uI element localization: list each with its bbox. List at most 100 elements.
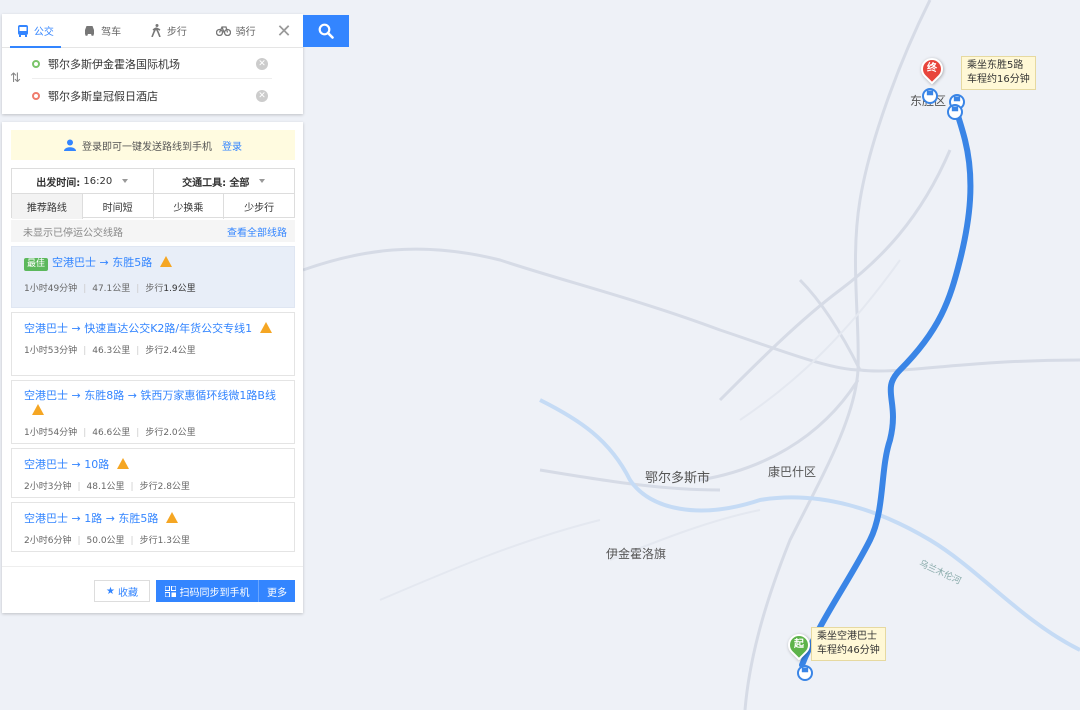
end-callout-line2: 车程约16分钟 — [967, 74, 1030, 85]
tab-shortest-time[interactable]: 时间短 — [83, 194, 154, 219]
chevron-down-icon — [122, 179, 129, 183]
route-meta: 2小时3分钟 | 48.1公里 | 步行2.8公里 — [24, 482, 190, 492]
tab-drive-label: 驾车 — [101, 27, 122, 38]
tab-drive[interactable]: 驾车 — [69, 14, 136, 47]
travel-mode-tabs: 公交 驾车 步行 骑行 — [2, 14, 303, 48]
login-tip-text: 登录即可一键发送路线到手机 — [82, 141, 212, 153]
clear-origin-icon[interactable]: ✕ — [256, 58, 268, 70]
origin-dot-icon — [32, 59, 40, 68]
swap-icon[interactable]: ⇅ — [10, 71, 21, 86]
route-distance: 46.3公里 — [92, 346, 131, 356]
route-options: 出发时间: 16:20 交通工具: 全部 推荐路线 时间短 少换乘 少步行 — [11, 168, 295, 219]
depart-time-select[interactable]: 出发时间: 16:20 — [12, 169, 154, 193]
warning-icon — [32, 404, 44, 415]
route-title: 最佳 空港巴士 → 东胜5路 — [24, 255, 282, 271]
chevron-down-icon — [259, 179, 266, 183]
route-duration: 1小时53分钟 — [24, 346, 78, 356]
route-walk-label: 步行 — [139, 536, 158, 546]
route-walk-label: 步行 — [145, 346, 164, 356]
route-walk-label: 步行 — [139, 482, 158, 492]
end-pin-label: 终 — [927, 63, 937, 74]
route-search-box: 公交 驾车 步行 骑行 ✕ ⇅ 鄂尔多斯伊金霍洛国际机场 ✕ 鄂尔多斯皇冠假日酒… — [2, 14, 303, 114]
favorite-label: 收藏 — [117, 587, 138, 599]
sync-to-phone-button[interactable]: 扫码同步到手机 更多 — [156, 580, 295, 602]
qr-code-icon — [164, 585, 176, 597]
route-duration: 2小时6分钟 — [24, 536, 72, 546]
depart-time-value: 16:20 — [83, 175, 113, 187]
map-label-district: 康巴什区 — [768, 465, 817, 479]
bus-stop-icon[interactable]: ▀ — [947, 104, 963, 120]
route-meta: 1小时49分钟 | 47.1公里 | 步行1.9公里 — [24, 284, 196, 294]
route-walk: 2.8公里 — [157, 482, 190, 492]
route-title-text: 空港巴士 → 东胜5路 — [52, 256, 153, 269]
route-title: 空港巴士 → 东胜8路 → 铁西万家惠循环线微1路B线 — [24, 389, 282, 418]
destination-value: 鄂尔多斯皇冠假日酒店 — [48, 90, 158, 103]
end-callout-line1: 乘坐东胜5路 — [967, 60, 1024, 71]
more-button[interactable]: 更多 — [259, 584, 295, 599]
route-walk: 1.3公里 — [157, 536, 190, 546]
route-meta: 1小时54分钟 | 46.6公里 | 步行2.0公里 — [24, 428, 196, 438]
route-title-text: 空港巴士 → 10路 — [24, 458, 110, 471]
warning-icon — [260, 322, 273, 333]
route-option[interactable]: 空港巴士 → 东胜8路 → 铁西万家惠循环线微1路B线 1小时54分钟 | 46.6… — [11, 380, 295, 444]
route-distance: 46.6公里 — [92, 428, 131, 438]
start-pin-label: 起 — [794, 639, 804, 650]
route-walk: 1.9公里 — [163, 284, 196, 294]
options-row: 出发时间: 16:20 交通工具: 全部 — [12, 169, 294, 194]
panel-footer: ★ 收藏 扫码同步到手机 更多 — [2, 566, 303, 613]
route-option[interactable]: 空港巴士 → 快速直达公交K2路/年货公交专线1 1小时53分钟 | 46.3公里 |… — [11, 312, 295, 376]
route-meta: 2小时6分钟 | 50.0公里 | 步行1.3公里 — [24, 536, 190, 546]
login-link[interactable]: 登录 — [222, 138, 242, 153]
bus-icon — [17, 24, 28, 37]
bus-stop-icon[interactable]: ▀ — [922, 88, 938, 104]
tab-bike-label: 骑行 — [235, 27, 256, 38]
map-label-city: 鄂尔多斯市 — [645, 471, 711, 486]
destination-dot-icon — [32, 92, 40, 100]
origin-field[interactable]: 鄂尔多斯伊金霍洛国际机场 ✕ — [32, 49, 272, 79]
close-icon[interactable]: ✕ — [267, 14, 301, 48]
route-title: 空港巴士 → 快速直达公交K2路/年货公交专线1 — [24, 321, 282, 336]
route-distance: 50.0公里 — [86, 536, 125, 546]
vehicle-label: 交通工具: — [182, 177, 227, 189]
route-walk: 2.4公里 — [163, 346, 196, 356]
tab-walk-label: 步行 — [166, 27, 187, 38]
warning-icon — [166, 512, 179, 523]
route-option[interactable]: 空港巴士 → 10路 2小时3分钟 | 48.1公里 | 步行2.8公里 — [11, 448, 295, 498]
view-all-lines-link[interactable]: 查看全部线路 — [227, 224, 287, 239]
route-duration: 1小时49分钟 — [24, 284, 78, 294]
clear-destination-icon[interactable]: ✕ — [256, 90, 268, 102]
route-option[interactable]: 最佳 空港巴士 → 东胜5路 1小时49分钟 | 47.1公里 | 步行1.9公里 — [11, 246, 295, 308]
route-option[interactable]: 空港巴士 → 1路 → 东胜5路 2小时6分钟 | 50.0公里 | 步行1.3公里 — [11, 502, 295, 552]
start-callout-line2: 车程约46分钟 — [817, 645, 880, 656]
tab-transit[interactable]: 公交 — [2, 14, 69, 48]
route-meta: 1小时53分钟 | 46.3公里 | 步行2.4公里 — [24, 346, 196, 356]
warning-icon — [117, 458, 130, 469]
tab-less-walking[interactable]: 少步行 — [224, 194, 294, 219]
route-duration: 2小时3分钟 — [24, 482, 72, 492]
tab-bike[interactable]: 骑行 — [202, 14, 269, 47]
search-button[interactable] — [303, 15, 349, 47]
route-title-text: 空港巴士 → 1路 → 东胜5路 — [24, 512, 159, 525]
depart-time-label: 出发时间: — [36, 177, 81, 189]
tab-transit-label: 公交 — [33, 27, 54, 38]
origin-value: 鄂尔多斯伊金霍洛国际机场 — [48, 57, 180, 71]
tab-recommended[interactable]: 推荐路线 — [12, 194, 83, 219]
best-badge: 最佳 — [24, 258, 49, 271]
route-duration: 1小时54分钟 — [24, 428, 78, 438]
map-label-county: 伊金霍洛旗 — [606, 547, 667, 561]
destination-field[interactable]: 鄂尔多斯皇冠假日酒店 ✕ — [32, 81, 272, 111]
start-callout-line1: 乘坐空港巴士 — [817, 631, 877, 642]
star-icon: ★ — [106, 585, 115, 597]
vehicle-value: 全部 — [229, 177, 250, 189]
bike-icon — [215, 26, 231, 36]
qr-sync-main[interactable]: 扫码同步到手机 — [156, 580, 259, 602]
walk-icon — [151, 24, 161, 37]
tab-fewer-transfers[interactable]: 少换乘 — [154, 194, 225, 219]
route-walk-label: 步行 — [145, 428, 164, 438]
bus-stop-icon[interactable]: ▀ — [797, 665, 813, 681]
notice-text: 未显示已停运公交线路 — [23, 227, 123, 239]
route-walk: 2.0公里 — [163, 428, 196, 438]
tab-walk[interactable]: 步行 — [136, 14, 203, 47]
favorite-button[interactable]: ★ 收藏 — [94, 580, 150, 602]
vehicle-select[interactable]: 交通工具: 全部 — [154, 169, 295, 193]
